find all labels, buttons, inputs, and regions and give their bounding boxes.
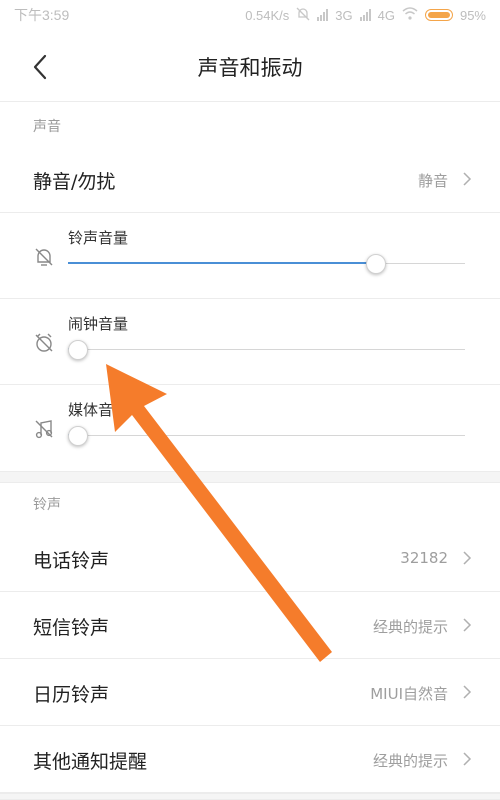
battery-level: 95% — [459, 7, 486, 23]
chevron-right-icon — [463, 618, 472, 632]
section-divider — [0, 471, 500, 483]
ringtone-row-label: 电话铃声 — [33, 550, 110, 572]
ringtone-row-value: 32182 — [400, 549, 448, 567]
network-3g: 3G — [335, 7, 353, 23]
network-4g: 4G — [377, 7, 395, 23]
slider-track[interactable] — [68, 349, 465, 350]
chevron-right-icon — [463, 172, 472, 186]
slider-track[interactable] — [68, 435, 465, 436]
volume-row-ringtone: 铃声音量 — [0, 213, 500, 299]
chevron-right-icon — [463, 551, 472, 565]
volume-label: 媒体音量 — [68, 401, 129, 419]
status-time: 下午3:59 — [14, 7, 70, 23]
signal-icon — [359, 9, 371, 21]
battery-icon — [424, 9, 453, 21]
volume-label: 铃声音量 — [68, 229, 129, 247]
bottom-band — [0, 793, 500, 800]
ringtone-row-label: 日历铃声 — [33, 684, 110, 706]
mute-row-label: 静音/勿扰 — [33, 171, 116, 193]
ringtone-row-sms[interactable]: 短信铃声 经典的提示 — [0, 592, 500, 659]
ringtone-row-calendar[interactable]: 日历铃声 MIUI自然音 — [0, 659, 500, 726]
slider-thumb[interactable] — [365, 254, 386, 274]
mute-row-value: 静音 — [417, 172, 448, 190]
volume-label: 闹钟音量 — [68, 315, 129, 333]
ringtone-row-value: MIUI自然音 — [370, 685, 448, 703]
volume-row-media: 媒体音量 — [0, 385, 500, 471]
page-title: 声音和振动 — [197, 56, 303, 80]
volume-row-alarm: 闹钟音量 — [0, 299, 500, 385]
chevron-right-icon — [463, 685, 472, 699]
slider-thumb[interactable] — [68, 340, 88, 360]
status-bar: 下午3:59 0.54K/s 3G 4G 95% — [0, 0, 500, 30]
chevron-right-icon — [463, 752, 472, 766]
ringtone-row-label: 其他通知提醒 — [33, 751, 148, 773]
ringtone-row-value: 经典的提示 — [372, 618, 448, 636]
mute-icon — [296, 7, 310, 24]
alarm-muted-icon — [35, 333, 53, 352]
section-header-sound: 声音 — [33, 119, 61, 135]
wifi-icon — [402, 7, 418, 23]
slider-fill — [68, 262, 376, 264]
network-speed: 0.54K/s — [245, 7, 290, 23]
ringtone-row-phone[interactable]: 电话铃声 32182 — [0, 525, 500, 592]
section-header-ringtone: 铃声 — [33, 497, 61, 513]
music-muted-icon — [35, 420, 53, 439]
ringtone-row-value: 经典的提示 — [372, 752, 448, 770]
nav-bar: 声音和振动 — [0, 30, 500, 102]
ringtone-row-other[interactable]: 其他通知提醒 经典的提示 — [0, 726, 500, 793]
status-indicators: 0.54K/s 3G 4G 95% — [245, 7, 486, 24]
slider-thumb[interactable] — [68, 426, 88, 446]
bell-muted-icon — [35, 248, 53, 266]
signal-icon — [317, 9, 329, 21]
mute-row[interactable]: 静音/勿扰 静音 — [0, 145, 500, 213]
ringtone-row-label: 短信铃声 — [33, 617, 110, 639]
